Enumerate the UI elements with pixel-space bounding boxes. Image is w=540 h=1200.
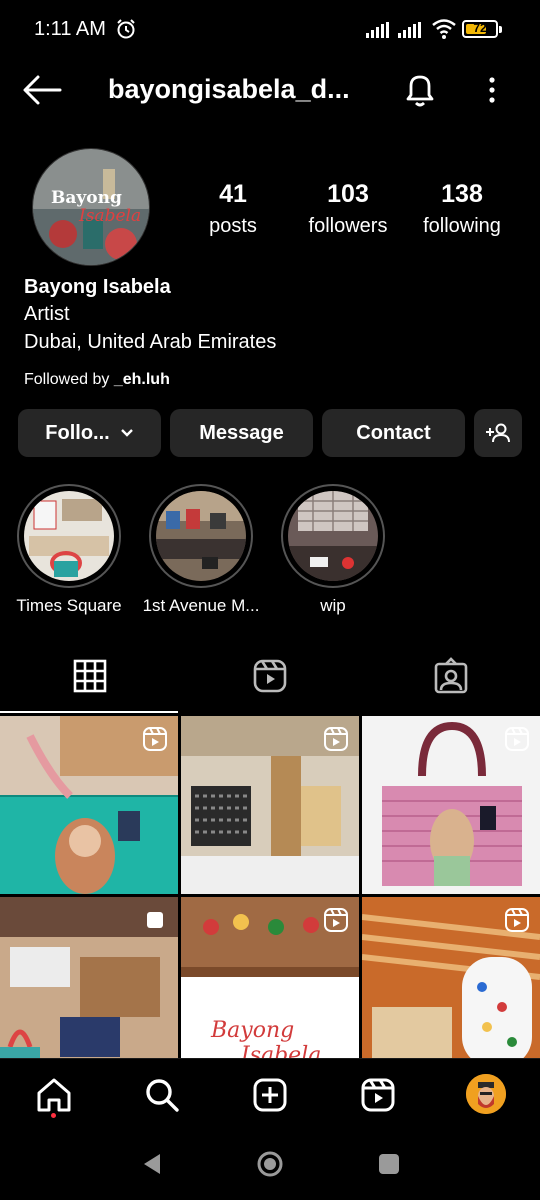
following-count: 138 — [441, 180, 483, 208]
notification-dot — [51, 1113, 56, 1118]
profile-avatar-nav[interactable] — [466, 1074, 506, 1114]
profile-username: bayongisabela_d... — [108, 74, 350, 104]
signal-icon-2 — [398, 22, 421, 38]
signal-icon — [366, 22, 389, 38]
search-icon[interactable] — [142, 1075, 182, 1115]
add-person-icon — [486, 423, 510, 443]
recents-nav-icon[interactable] — [377, 1152, 401, 1176]
contact-button-label: Contact — [356, 421, 431, 444]
posts-label: posts — [209, 215, 257, 237]
chevron-down-icon — [120, 429, 133, 437]
more-options-icon[interactable] — [478, 72, 506, 108]
stat-followers[interactable]: 103 followers — [298, 180, 398, 238]
highlight-label-times-square: Times Square — [16, 596, 122, 615]
profile-header: bayongisabela_d... — [0, 60, 540, 120]
followed-by-prefix: Followed by — [24, 371, 114, 388]
profile-avatar[interactable]: Bayong Isabela — [32, 148, 150, 266]
system-nav-bar — [0, 1130, 540, 1200]
post-thumbnail[interactable] — [362, 716, 540, 894]
profile-location: Dubai, United Arab Emirates — [24, 331, 277, 353]
posts-grid: Bayong Isabela — [0, 716, 540, 1075]
message-button-label: Message — [199, 421, 284, 444]
back-arrow-icon[interactable] — [22, 72, 62, 108]
profile-name: Bayong Isabela — [24, 276, 171, 298]
post-thumbnail[interactable] — [181, 716, 359, 894]
alarm-icon — [117, 19, 135, 39]
banner-text: Bayong — [210, 1018, 294, 1043]
suggested-users-button[interactable] — [474, 409, 522, 457]
avatar-text-2: Isabela — [78, 206, 141, 226]
tab-reels-icon[interactable] — [250, 656, 290, 696]
following-label: following — [423, 215, 501, 237]
post-thumbnail[interactable] — [0, 897, 178, 1075]
tab-grid-icon[interactable] — [70, 656, 110, 696]
status-time: 1:11 AM — [34, 18, 106, 40]
reel-badge-icon — [324, 727, 348, 751]
battery-icon: 72 — [462, 20, 498, 38]
followers-count: 103 — [327, 180, 369, 208]
contact-button[interactable]: Contact — [322, 409, 465, 457]
battery-tip — [499, 26, 502, 33]
reel-badge-icon — [505, 908, 529, 932]
bottom-nav — [0, 1058, 540, 1130]
message-button[interactable]: Message — [170, 409, 313, 457]
highlight-wip[interactable] — [281, 484, 385, 588]
reel-badge-icon — [324, 908, 348, 932]
followed-by[interactable]: Followed by _eh.luh — [24, 371, 170, 389]
home-icon[interactable] — [34, 1075, 74, 1115]
notification-bell-icon[interactable] — [400, 70, 440, 110]
stat-following[interactable]: 138 following — [412, 180, 512, 238]
tab-indicator — [0, 711, 178, 713]
followers-label: followers — [308, 215, 388, 237]
highlight-1st-avenue[interactable] — [149, 484, 253, 588]
avatar-text-1: Bayong — [51, 188, 122, 208]
stat-posts[interactable]: 41 posts — [193, 180, 273, 238]
following-button-label: Follo... — [45, 421, 110, 444]
highlight-label-wip: wip — [320, 596, 346, 615]
reel-badge-icon — [143, 727, 167, 751]
status-bar: 1:11 AM 72 — [0, 0, 540, 60]
back-nav-icon[interactable] — [140, 1152, 164, 1176]
profile-category: Artist — [24, 303, 70, 325]
post-thumbnail[interactable]: Bayong Isabela — [181, 897, 359, 1075]
posts-count: 41 — [219, 180, 247, 208]
followed-by-user: _eh.luh — [113, 371, 170, 388]
post-thumbnail[interactable] — [0, 716, 178, 894]
home-nav-icon[interactable] — [256, 1150, 284, 1178]
wifi-icon — [432, 19, 456, 39]
multi-photo-icon — [147, 912, 163, 928]
reels-icon[interactable] — [358, 1075, 398, 1115]
post-thumbnail[interactable] — [362, 897, 540, 1075]
battery-level: 72 — [473, 21, 487, 35]
following-button[interactable]: Follo... — [18, 409, 161, 457]
highlight-times-square[interactable] — [17, 484, 121, 588]
create-post-icon[interactable] — [250, 1075, 290, 1115]
highlight-label-1st-avenue: 1st Avenue M... — [142, 596, 260, 615]
reel-badge-icon — [505, 727, 529, 751]
tab-tagged-icon[interactable] — [431, 656, 471, 696]
